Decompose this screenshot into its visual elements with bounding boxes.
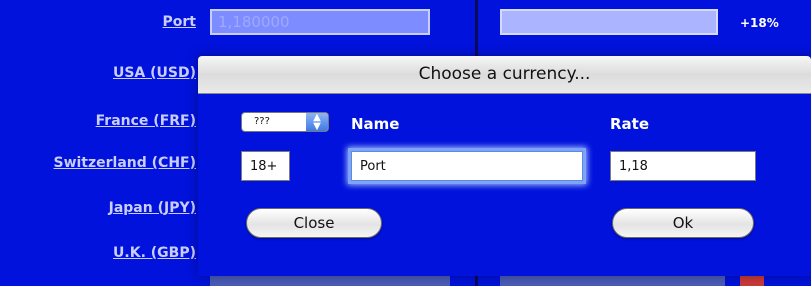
dialog-titlebar: Choose a currency... — [198, 56, 811, 94]
rate-header: Rate — [610, 115, 650, 133]
result-field[interactable] — [500, 9, 718, 35]
dialog-title: Choose a currency... — [418, 64, 591, 84]
currency-link-uk[interactable]: U.K. (GBP) — [113, 245, 196, 261]
name-field[interactable] — [351, 151, 583, 181]
up-down-arrows-icon: ▲ ▼ — [306, 113, 328, 132]
rate-field[interactable] — [610, 151, 756, 181]
ok-button[interactable]: Ok — [612, 208, 754, 238]
currency-link-usa[interactable]: USA (USD) — [113, 65, 196, 81]
percent-badge: +18% — [740, 16, 779, 30]
currency-link-switzerland[interactable]: Switzerland (CHF) — [53, 155, 196, 171]
code-field[interactable] — [241, 151, 290, 181]
currency-link-japan[interactable]: Japan (JPY) — [109, 200, 196, 216]
currency-link-france[interactable]: France (FRF) — [96, 113, 196, 129]
popup-selected-label: ??? — [254, 116, 270, 127]
close-button[interactable]: Close — [246, 208, 382, 238]
port-link[interactable]: Port — [163, 14, 196, 30]
port-value-field[interactable] — [210, 9, 430, 35]
currency-popup[interactable]: ??? ▲ ▼ — [241, 112, 329, 132]
currency-dialog: Choose a currency... ??? ▲▼ Name Rate Cl… — [198, 56, 811, 276]
name-header: Name — [351, 115, 400, 133]
